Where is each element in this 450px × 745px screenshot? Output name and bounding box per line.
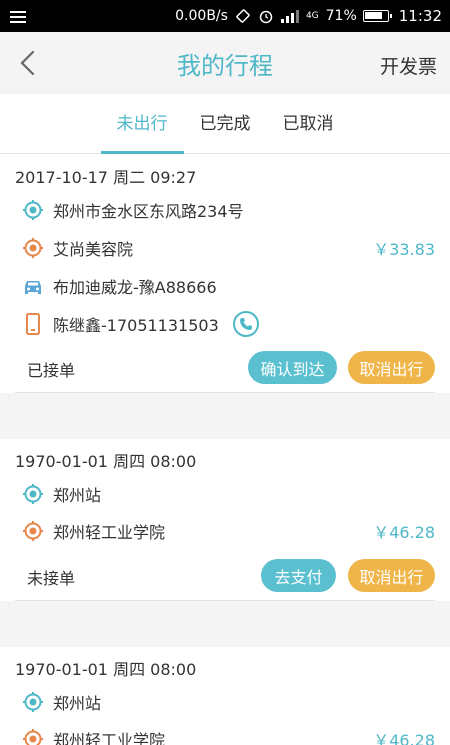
trip-origin-row: 郑州站 [22, 689, 435, 715]
destination-location-icon [22, 520, 44, 542]
back-arrow-icon[interactable] [14, 48, 44, 78]
call-driver-icon[interactable] [232, 311, 259, 337]
cancel-trip-button[interactable]: 取消出行 [348, 351, 435, 384]
trip-footer: 已接单 确认到达 取消出行 [0, 347, 450, 387]
clock: 11:32 [398, 7, 442, 25]
trip-price: ￥33.83 [373, 240, 435, 259]
origin-location-icon [22, 691, 44, 713]
trip-destination: 郑州轻工业学院 [53, 523, 166, 542]
invoice-button[interactable]: 开发票 [380, 52, 437, 79]
trip-origin: 郑州站 [53, 486, 102, 505]
cancel-trip-button[interactable]: 取消出行 [348, 559, 435, 592]
network-type: 4G [305, 11, 319, 21]
battery-percent: 71% [325, 8, 357, 24]
trip-origin-row: 郑州市金水区东风路234号 [22, 197, 435, 223]
trip-price: ￥46.28 [373, 731, 435, 745]
trip-list: 2017-10-17 周二 09:27 郑州市金水区东风路234号 艾尚美容院 … [0, 154, 450, 745]
alarm-icon [258, 8, 274, 24]
origin-location-icon [22, 483, 44, 505]
trip-datetime: 1970-01-01 周四 08:00 [15, 452, 197, 471]
trip-card: 2017-10-17 周二 09:27 郑州市金水区东风路234号 艾尚美容院 … [0, 154, 450, 393]
trip-tabs: 未出行 已完成 已取消 [0, 94, 450, 154]
page-title: 我的行程 [177, 51, 273, 80]
trip-card: 1970-01-01 周四 08:00 郑州站 郑州轻工业学院 ￥46.28 [0, 647, 450, 745]
confirm-arrival-button[interactable]: 确认到达 [248, 351, 337, 384]
trip-datetime: 1970-01-01 周四 08:00 [15, 660, 197, 679]
trip-destination-row: 郑州轻工业学院 ￥46.28 [22, 518, 435, 544]
trip-driver: 陈继鑫-17051131503 [53, 316, 219, 335]
card-gap [0, 601, 450, 647]
origin-location-icon [22, 199, 44, 221]
trip-card: 1970-01-01 周四 08:00 郑州站 郑州轻工业学院 ￥46.28 未… [0, 439, 450, 601]
trip-destination: 郑州轻工业学院 [53, 731, 166, 745]
tab-cancelled[interactable]: 已取消 [267, 94, 350, 153]
trip-driver-row: 陈继鑫-17051131503 [22, 311, 435, 337]
trip-car: 布加迪威龙-豫A88666 [53, 278, 217, 297]
trip-destination-row: 艾尚美容院 ￥33.83 [22, 235, 435, 261]
nav-bar: 我的行程 开发票 [0, 32, 450, 94]
signal-icon [280, 9, 299, 23]
status-bar: 0.00B/s 4G 71% 11:32 [0, 0, 450, 32]
trip-origin: 郑州站 [53, 694, 102, 713]
destination-location-icon [22, 728, 44, 745]
trip-status: 未接单 [27, 569, 76, 588]
trip-destination-row: 郑州轻工业学院 ￥46.28 [22, 726, 435, 745]
trip-status: 已接单 [27, 361, 76, 380]
notification-menu-icon [10, 11, 26, 23]
mobile-phone-icon [22, 313, 44, 335]
trip-car-row: 布加迪威龙-豫A88666 [22, 273, 435, 299]
pay-button[interactable]: 去支付 [261, 559, 336, 592]
destination-location-icon [22, 237, 44, 259]
car-icon [22, 275, 44, 297]
trip-destination: 艾尚美容院 [53, 240, 134, 259]
vibrate-icon [235, 8, 251, 24]
trip-footer: 未接单 去支付 取消出行 [0, 555, 450, 595]
tab-not-departed[interactable]: 未出行 [100, 94, 184, 154]
card-gap [0, 393, 450, 439]
trip-price: ￥46.28 [373, 523, 435, 542]
trip-origin: 郑州市金水区东风路234号 [53, 202, 244, 221]
battery-icon [362, 10, 392, 22]
trip-origin-row: 郑州站 [22, 481, 435, 507]
network-speed: 0.00B/s [175, 8, 228, 24]
tab-completed[interactable]: 已完成 [184, 94, 267, 153]
trip-datetime: 2017-10-17 周二 09:27 [15, 168, 197, 187]
